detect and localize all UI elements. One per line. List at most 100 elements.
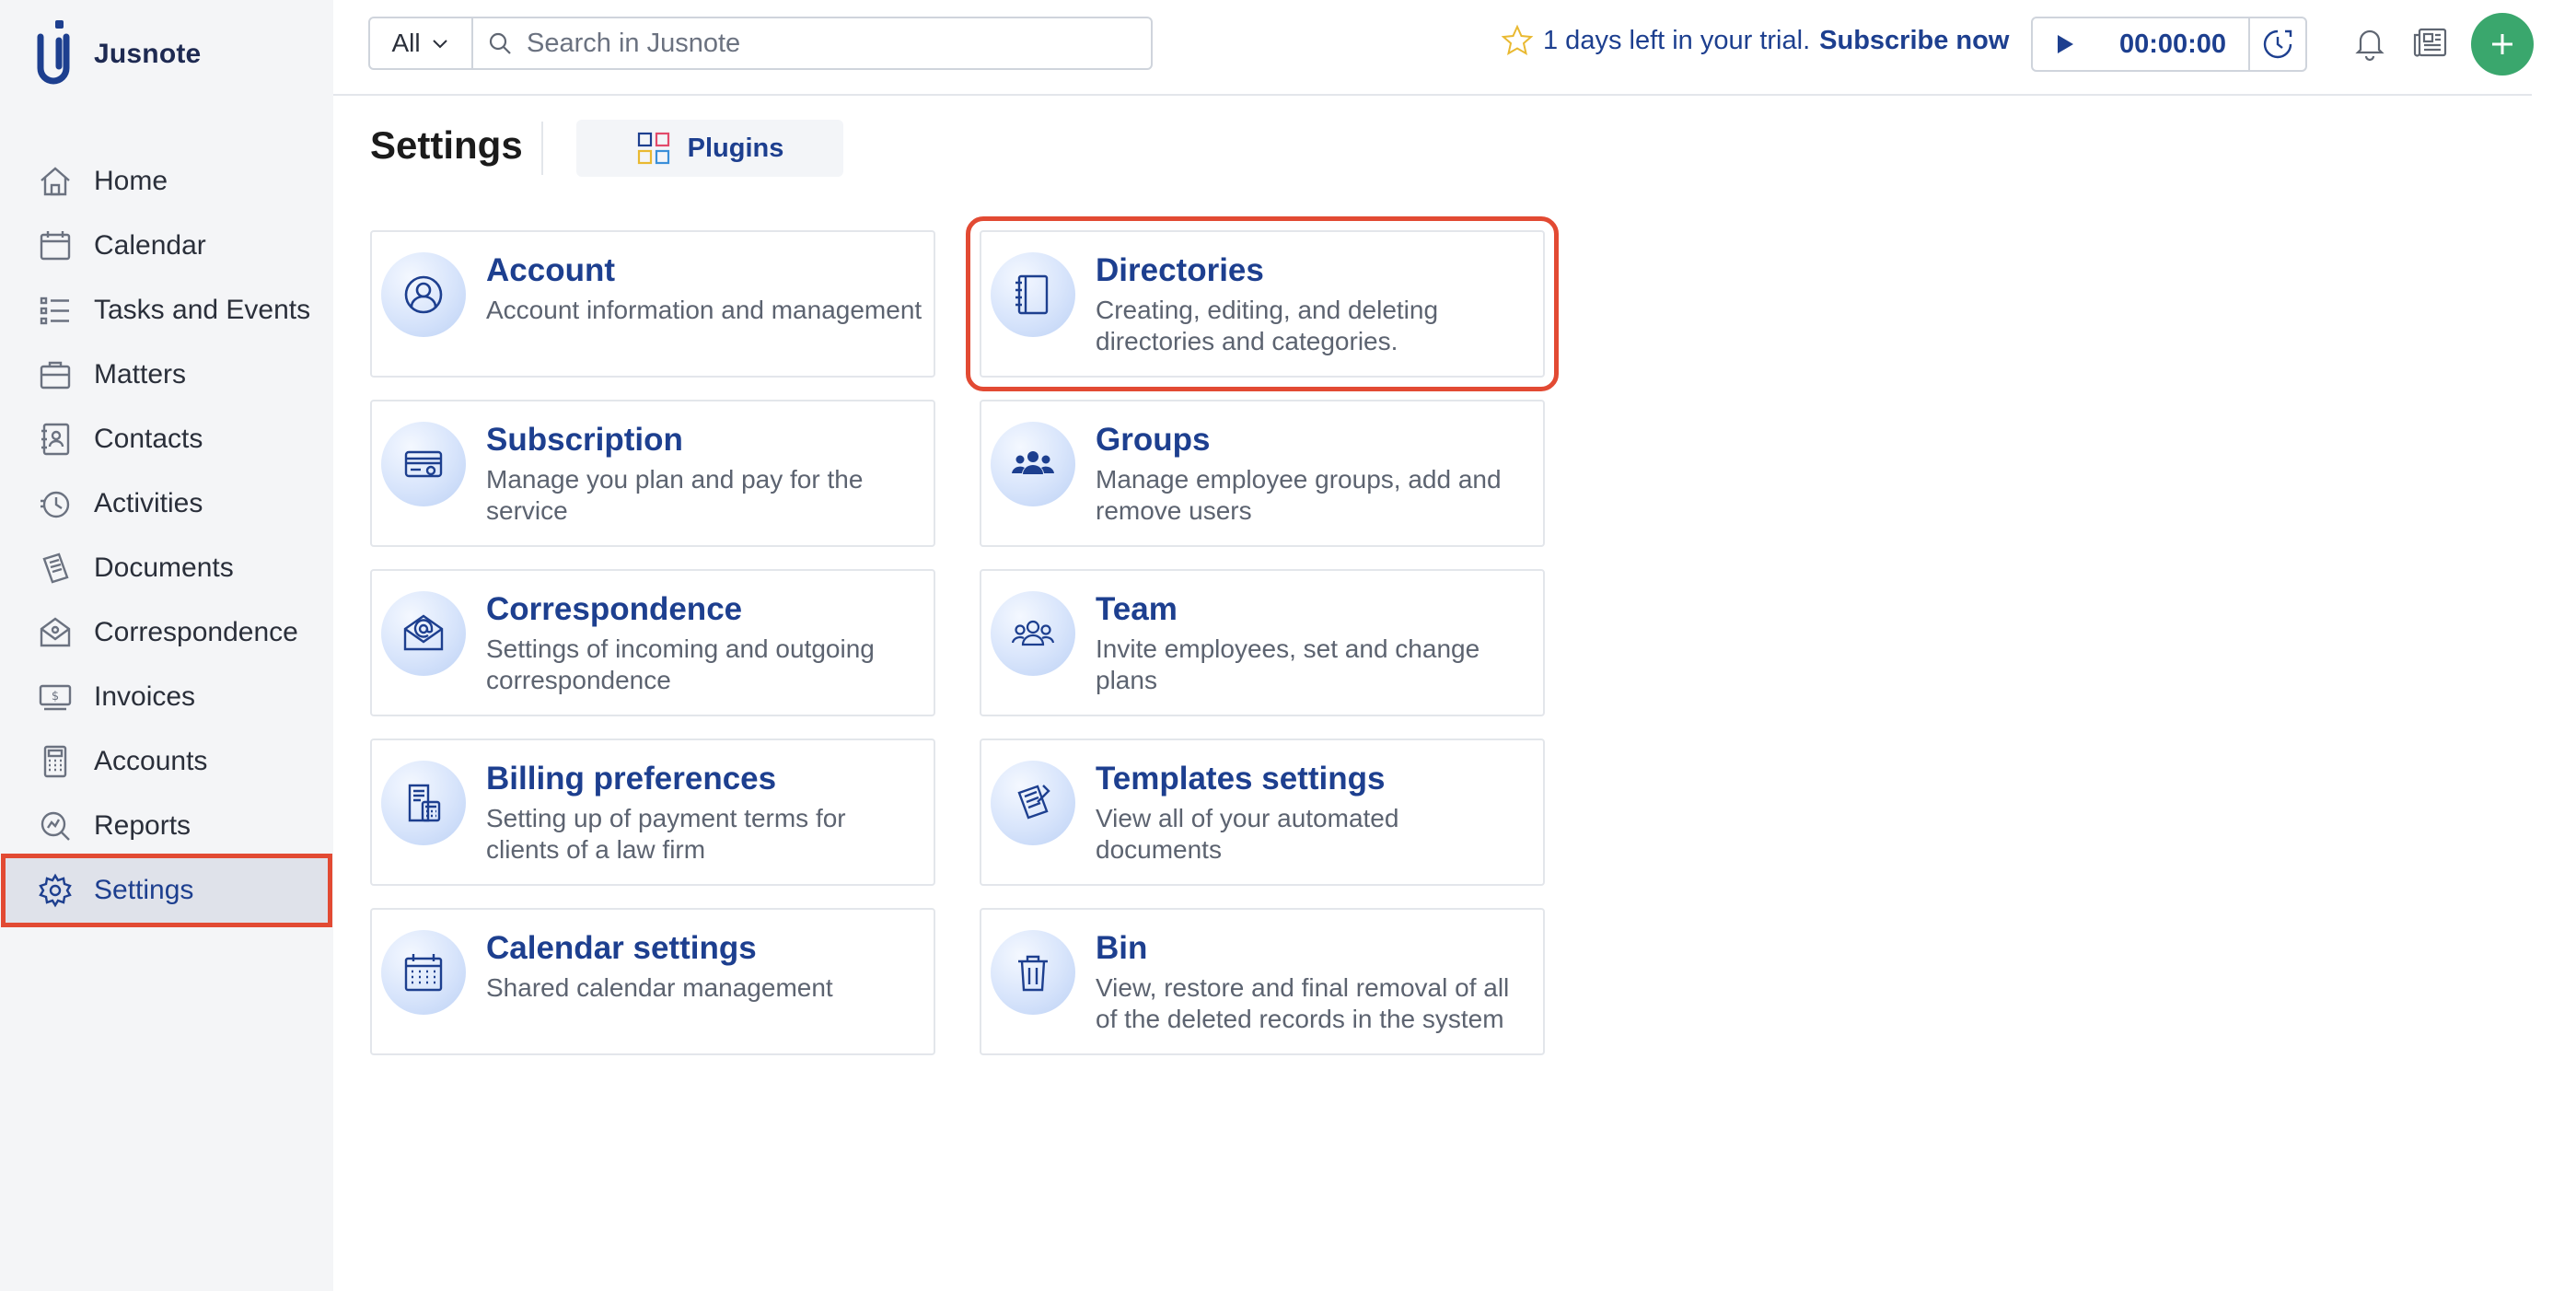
plugins-grid-icon [637, 132, 669, 165]
card-title: Calendar settings [486, 930, 757, 966]
calendar-grid-icon [381, 930, 466, 1015]
group-users-icon [991, 422, 1075, 506]
card-description: Setting up of payment terms for clients … [486, 804, 846, 864]
timer-start-button[interactable] [2033, 18, 2097, 70]
card-description: View all of your automated documents [1096, 804, 1399, 864]
sidebar-item-label: Correspondence [94, 617, 298, 647]
card-description: Settings of incoming and outgoing corres… [486, 634, 875, 694]
card-description: Invite employees, set and change plans [1096, 634, 1480, 694]
settings-card-team[interactable]: Team Invite employees, set and change pl… [980, 569, 1545, 716]
sidebar: Jusnote Home Calendar Tasks and Events M… [0, 0, 333, 1291]
star-icon [1501, 24, 1534, 56]
global-search: All [368, 17, 1153, 70]
notifications-button[interactable] [2350, 22, 2390, 63]
settings-card-correspondence[interactable]: Correspondence Settings of incoming and … [370, 569, 935, 716]
timer-history-button[interactable] [2248, 18, 2305, 70]
sidebar-item-calendar[interactable]: Calendar [0, 214, 333, 278]
sidebar-item-invoices[interactable]: $ Invoices [0, 665, 333, 729]
template-documents-icon [991, 761, 1075, 845]
search-input[interactable] [525, 27, 1151, 60]
newspaper-icon [2413, 28, 2447, 57]
bell-icon [2355, 29, 2385, 62]
settings-card-templates-settings[interactable]: Templates settings View all of your auto… [980, 739, 1545, 886]
card-title: Bin [1096, 930, 1148, 966]
settings-card-subscription[interactable]: Subscription Manage you plan and pay for… [370, 400, 935, 547]
add-new-button[interactable] [2471, 13, 2534, 76]
settings-card-calendar-settings[interactable]: Calendar settings Shared calendar manage… [370, 908, 935, 1055]
sidebar-item-tasks-and-events[interactable]: Tasks and Events [0, 278, 333, 343]
settings-card-directories[interactable]: Directories Creating, editing, and delet… [966, 216, 1559, 391]
card-title: Directories [1096, 252, 1264, 288]
clock-history-icon [2263, 29, 2292, 59]
home-icon [37, 163, 74, 200]
correspondence-icon [37, 614, 74, 651]
billing-calculator-icon [381, 761, 466, 845]
news-button[interactable] [2410, 22, 2451, 63]
sidebar-item-label: Activities [94, 488, 203, 518]
sidebar-item-label: Home [94, 166, 168, 196]
card-description: Shared calendar management [486, 973, 833, 1002]
sidebar-item-label: Tasks and Events [94, 295, 311, 325]
settings-card-billing-preferences[interactable]: Billing preferences Setting up of paymen… [370, 739, 935, 886]
invoices-icon: $ [37, 679, 74, 715]
chevron-down-icon [432, 40, 447, 49]
card-description: View, restore and final removal of all o… [1096, 973, 1510, 1033]
sidebar-item-label: Contacts [94, 424, 203, 454]
app-logo[interactable]: Jusnote [37, 18, 201, 90]
search-icon [489, 32, 511, 54]
sidebar-item-label: Documents [94, 552, 234, 583]
sidebar-item-settings[interactable]: Settings [1, 854, 332, 927]
tab-plugins[interactable]: Plugins [576, 120, 843, 177]
notebook-icon [991, 252, 1075, 337]
sidebar-item-label: Reports [94, 810, 191, 841]
settings-card-groups[interactable]: Groups Manage employee groups, add and r… [980, 400, 1545, 547]
sidebar-item-label: Invoices [94, 681, 196, 712]
sidebar-item-activities[interactable]: Activities [0, 471, 333, 536]
matters-icon [37, 356, 74, 393]
card-title: Templates settings [1096, 761, 1386, 797]
trash-icon [991, 930, 1075, 1015]
card-description: Creating, editing, and deleting director… [1096, 296, 1439, 355]
top-bar: All 1 days left in your trial. Subscribe… [333, 0, 2534, 96]
jusnote-logo-icon [37, 20, 70, 85]
settings-card-account[interactable]: Account Account information and manageme… [370, 230, 935, 378]
time-tracker: 00:00:00 [2031, 17, 2307, 72]
card-description: Manage employee groups, add and remove u… [1096, 465, 1502, 525]
sidebar-item-documents[interactable]: Documents [0, 536, 333, 600]
svg-text:$: $ [52, 690, 59, 704]
sidebar-item-label: Matters [94, 359, 187, 390]
sidebar-item-label: Accounts [94, 746, 208, 776]
envelope-at-icon [381, 591, 466, 676]
page-title: Settings [370, 123, 523, 167]
sidebar-item-contacts[interactable]: Contacts [0, 407, 333, 471]
reports-icon [37, 808, 74, 844]
activities-icon [37, 485, 74, 522]
gear-icon [37, 872, 74, 909]
sidebar-item-home[interactable]: Home [0, 149, 333, 214]
settings-card-bin[interactable]: Bin View, restore and final removal of a… [980, 908, 1545, 1055]
play-icon [2058, 35, 2073, 53]
app-name: Jusnote [94, 39, 202, 69]
card-description: Manage you plan and pay for the service [486, 465, 864, 525]
title-divider [541, 122, 543, 175]
tasks-icon [37, 292, 74, 329]
card-description: Account information and management [486, 296, 922, 324]
search-scope-label: All [391, 29, 421, 57]
team-users-icon [991, 591, 1075, 676]
trial-text: 1 days left in your trial. [1543, 25, 1811, 55]
plus-icon [2492, 34, 2512, 54]
card-title: Correspondence [486, 591, 743, 627]
sidebar-item-matters[interactable]: Matters [0, 343, 333, 407]
sidebar-item-reports[interactable]: Reports [0, 794, 333, 858]
search-scope-dropdown[interactable]: All [370, 18, 473, 68]
sidebar-item-correspondence[interactable]: Correspondence [0, 600, 333, 665]
card-title: Team [1096, 591, 1178, 627]
sidebar-nav: Home Calendar Tasks and Events Matters C… [0, 149, 333, 927]
timer-display: 00:00:00 [2118, 29, 2227, 59]
subscribe-now-link[interactable]: Subscribe now [1819, 26, 2009, 56]
sidebar-item-label: Calendar [94, 230, 206, 261]
trial-notice: 1 days left in your trial. Subscribe now [1501, 24, 2009, 57]
sidebar-item-accounts[interactable]: Accounts [0, 729, 333, 794]
contacts-icon [37, 421, 74, 458]
card-title: Account [486, 252, 615, 288]
